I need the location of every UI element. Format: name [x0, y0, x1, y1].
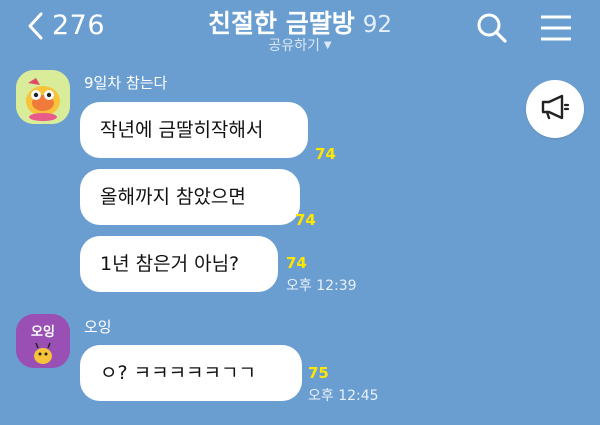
message-time: 오후 12:45	[308, 388, 379, 404]
unread-count: 74	[315, 145, 336, 163]
unread-count: 74	[286, 254, 307, 272]
avatar-text: 오잉	[31, 325, 55, 340]
avatar[interactable]	[16, 70, 70, 124]
chat-room-name: 친절한 금딸방	[208, 9, 355, 38]
message-bubble[interactable]: ㅇ? ㅋㅋㅋㅋㅋㄱㄱ	[80, 345, 302, 401]
message-time: 오후 12:39	[286, 278, 357, 294]
caret-down-icon: ▼	[323, 40, 332, 51]
message-bubble[interactable]: 작년에 금딸히작해서	[80, 102, 308, 158]
message-bubble[interactable]: 올해까지 참았으면	[80, 169, 300, 225]
search-icon	[476, 13, 508, 48]
search-button[interactable]	[476, 12, 508, 48]
sender-name: 오잉	[84, 318, 112, 336]
chat-screen: 276 친절한 금딸방 92 공유하기 ▼ 9일차 참는다 작년에 금딸히작해서…	[0, 0, 600, 425]
hamburger-menu-icon	[540, 15, 572, 46]
megaphone-icon	[540, 94, 570, 124]
sender-name: 9일차 참는다	[84, 74, 168, 92]
avatar[interactable]: 오잉	[16, 314, 70, 368]
notice-button[interactable]	[526, 80, 584, 138]
unread-count: 74	[295, 211, 316, 229]
unread-count: 75	[308, 364, 329, 382]
menu-button[interactable]	[540, 14, 572, 46]
share-button[interactable]: 공유하기 ▼	[0, 35, 600, 55]
message-bubble[interactable]: 1년 참은거 아님?	[80, 236, 278, 292]
share-label: 공유하기	[268, 38, 320, 54]
